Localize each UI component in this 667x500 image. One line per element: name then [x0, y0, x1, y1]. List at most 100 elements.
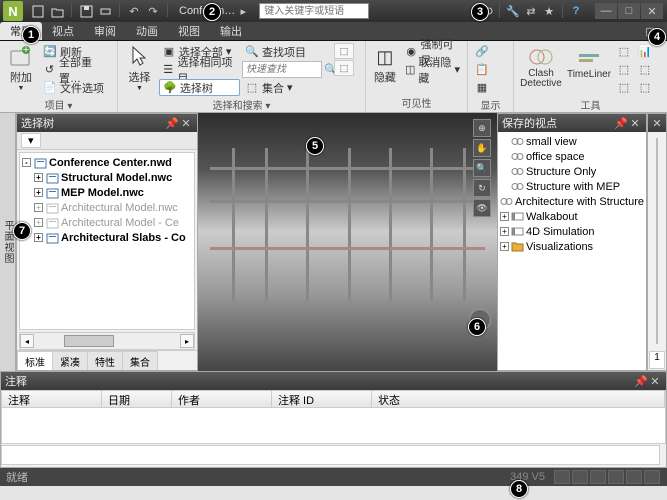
sets-button[interactable]: ⬚集合 ▾: [242, 79, 332, 96]
viewport-3d[interactable]: ⊕ ✋ 🔍 ↻ 👁: [198, 113, 497, 371]
comments-input[interactable]: [1, 445, 660, 465]
plan-view-tab[interactable]: 平面视图: [0, 113, 16, 371]
star-icon[interactable]: ★: [541, 3, 557, 19]
expand-icon[interactable]: -: [22, 158, 31, 167]
selection-tree[interactable]: -Conference Center.nwd+Structural Model.…: [19, 152, 195, 330]
file-options-button[interactable]: 📄文件选项: [40, 79, 113, 96]
close-button[interactable]: ✕: [641, 3, 663, 19]
tab-properties[interactable]: 特性: [87, 351, 123, 370]
scroll-thumb[interactable]: [64, 335, 114, 347]
tab-standard[interactable]: 标准: [17, 351, 53, 370]
orbit-icon[interactable]: ↻: [473, 179, 491, 197]
expand-icon[interactable]: +: [500, 212, 509, 221]
scroll-right-icon[interactable]: ▸: [180, 334, 194, 348]
tree-row[interactable]: +Structural Model.nwc: [22, 170, 192, 185]
status-btn-6[interactable]: [644, 470, 660, 484]
saved-viewpoint-row[interactable]: Structure Only: [500, 164, 644, 179]
expand-icon[interactable]: +: [34, 203, 43, 212]
status-btn-1[interactable]: [554, 470, 570, 484]
qat-undo-icon[interactable]: ↶: [126, 3, 142, 19]
tree-row[interactable]: +Architectural Slabs - Co: [22, 230, 192, 245]
expand-icon[interactable]: +: [500, 242, 509, 251]
reset-all-button[interactable]: ↺全部重置…: [40, 61, 113, 78]
qat-open-icon[interactable]: [49, 3, 65, 19]
zoom-icon[interactable]: 🔍: [473, 159, 491, 177]
status-btn-4[interactable]: [608, 470, 624, 484]
col-comment[interactable]: 注释: [2, 391, 102, 407]
saved-viewpoint-row[interactable]: office space: [500, 149, 644, 164]
saved-viewpoint-row[interactable]: small view: [500, 134, 644, 149]
menu-animation[interactable]: 动画: [126, 22, 168, 40]
tool-btn-2[interactable]: 📊: [635, 43, 655, 60]
status-btn-2[interactable]: [572, 470, 588, 484]
panel-close-icon[interactable]: ✕: [179, 116, 193, 130]
select-button[interactable]: 选择 ▼: [122, 43, 157, 94]
exchange-icon[interactable]: ⇄: [523, 3, 539, 19]
expand-icon[interactable]: +: [500, 227, 509, 236]
props-button[interactable]: 📋: [472, 61, 492, 78]
tool-icon[interactable]: 🔧: [505, 3, 521, 19]
col-author[interactable]: 作者: [172, 391, 272, 407]
unhide-button[interactable]: ◫取消隐藏 ▾: [402, 61, 463, 78]
saved-viewpoint-row[interactable]: +Visualizations: [500, 239, 644, 254]
tree-row[interactable]: +MEP Model.nwc: [22, 185, 192, 200]
quick-find-input[interactable]: [242, 61, 322, 78]
select-same-button[interactable]: ☰选择相同项目: [159, 61, 240, 78]
panel-close-icon[interactable]: ✕: [648, 374, 662, 388]
saved-viewpoint-row[interactable]: Architecture with Structure: [500, 194, 644, 209]
slider-value[interactable]: 1: [649, 351, 665, 369]
help-icon[interactable]: ?: [568, 3, 584, 19]
tab-sets[interactable]: 集合: [122, 351, 158, 370]
clash-button[interactable]: Clash Detective: [518, 43, 564, 91]
tree-row[interactable]: +Architectural Model.nwc: [22, 200, 192, 215]
status-btn-5[interactable]: [626, 470, 642, 484]
append-button[interactable]: + 附加 ▼: [4, 43, 38, 94]
menu-view[interactable]: 视图: [168, 22, 210, 40]
tool-btn-1[interactable]: ⬚: [614, 43, 634, 60]
tree-dropdown-icon[interactable]: ▾: [21, 133, 41, 148]
tree-hscrollbar[interactable]: ◂ ▸: [19, 332, 195, 350]
panel-close-icon[interactable]: ✕: [628, 116, 642, 130]
saved-viewpoints-tree[interactable]: small viewoffice spaceStructure OnlyStru…: [498, 132, 646, 370]
panel-pin-icon[interactable]: 📌: [614, 116, 628, 130]
misc-btn-2[interactable]: ⬚: [334, 60, 354, 76]
expand-icon[interactable]: +: [34, 188, 43, 197]
app-icon[interactable]: N: [3, 1, 23, 21]
slider-track[interactable]: [648, 132, 666, 350]
tool-btn-5[interactable]: ⬚: [614, 79, 634, 96]
tool-btn-3[interactable]: ⬚: [614, 61, 634, 78]
panel-pin-icon[interactable]: 📌: [634, 374, 648, 388]
tab-compact[interactable]: 紧凑: [52, 351, 88, 370]
selection-tree-button[interactable]: 🌳选择树: [159, 79, 240, 96]
misc-btn-1[interactable]: ⬚: [334, 43, 354, 59]
expand-icon[interactable]: +: [34, 233, 43, 242]
col-date[interactable]: 日期: [102, 391, 172, 407]
panel-close-icon[interactable]: ✕: [652, 116, 662, 130]
scroll-left-icon[interactable]: ◂: [20, 334, 34, 348]
title-dropdown-icon[interactable]: ▸: [235, 3, 251, 19]
expand-icon[interactable]: +: [34, 218, 43, 227]
col-status[interactable]: 状态: [372, 391, 665, 407]
expand-icon[interactable]: +: [34, 173, 43, 182]
tree-row[interactable]: +Architectural Model - Ce: [22, 215, 192, 230]
group-label-select[interactable]: 选择和搜索 ▾: [122, 96, 361, 112]
saved-viewpoint-row[interactable]: +4D Simulation: [500, 224, 644, 239]
search-input[interactable]: [259, 3, 369, 19]
maximize-button[interactable]: □: [618, 3, 640, 19]
saved-viewpoint-row[interactable]: +Walkabout: [500, 209, 644, 224]
panel-pin-icon[interactable]: 📌: [165, 116, 179, 130]
menu-viewpoint[interactable]: 视点: [42, 22, 84, 40]
qat-new-icon[interactable]: [30, 3, 46, 19]
links-button[interactable]: 🔗: [472, 43, 492, 60]
quick-props-button[interactable]: ▦: [472, 79, 492, 96]
timeliner-button[interactable]: TimeLiner: [566, 43, 612, 82]
find-items-button[interactable]: 🔍查找项目: [242, 43, 332, 60]
qat-print-icon[interactable]: [97, 3, 113, 19]
group-label-project[interactable]: 项目 ▾: [4, 96, 113, 112]
col-id[interactable]: 注释 ID: [272, 391, 372, 407]
steering-wheel-icon[interactable]: ⊕: [473, 119, 491, 137]
tool-btn-6[interactable]: ⬚: [635, 79, 655, 96]
saved-viewpoint-row[interactable]: Structure with MEP: [500, 179, 644, 194]
qat-save-icon[interactable]: [78, 3, 94, 19]
comments-body[interactable]: [1, 408, 666, 444]
